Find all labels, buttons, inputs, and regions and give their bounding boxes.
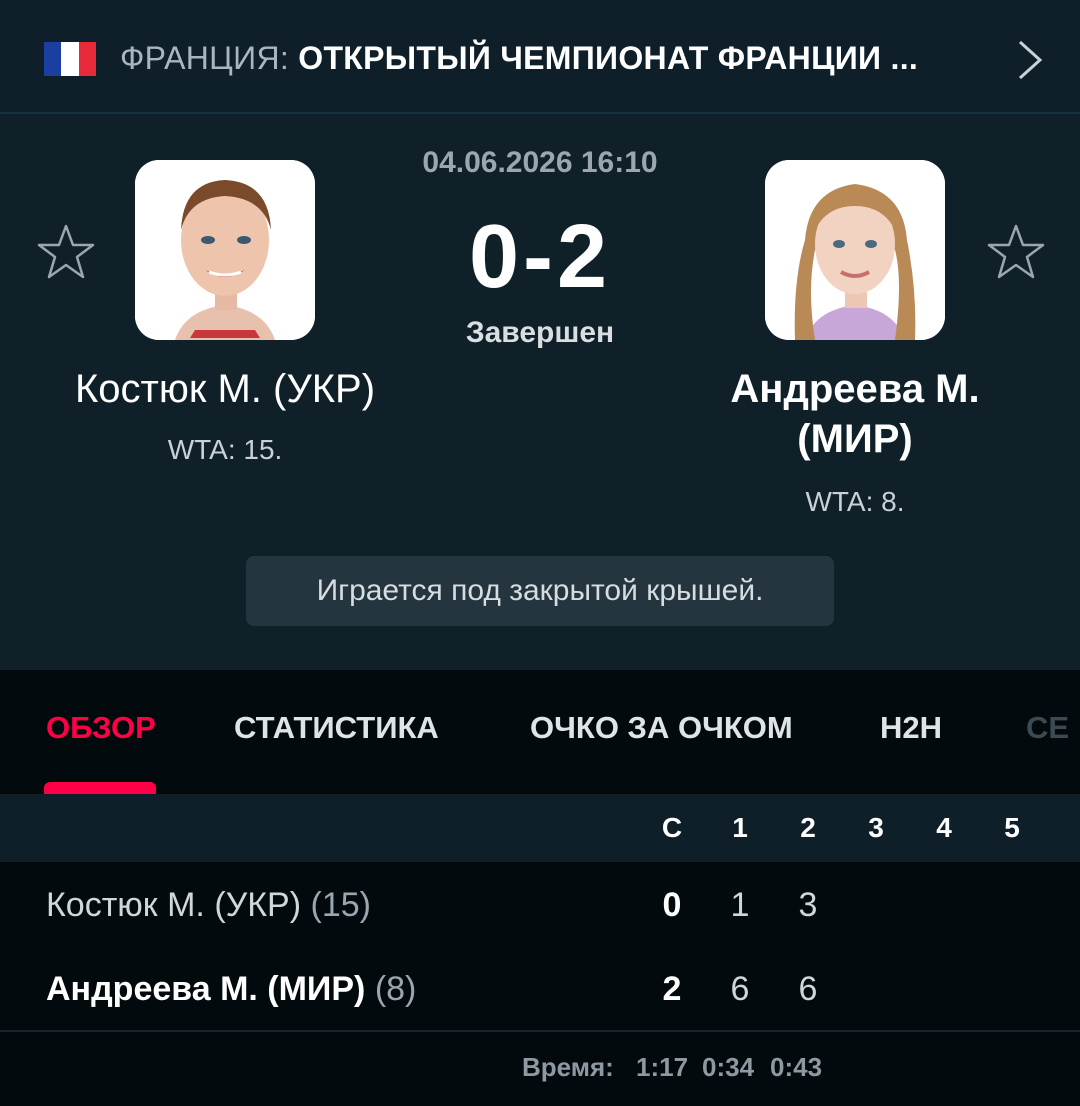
row-total-sets: 0 — [662, 886, 682, 924]
row-player-name-text: Костюк М. (УКР) — [46, 886, 302, 924]
tournament-header[interactable]: ФРАНЦИЯ: ОТКРЫТЫЙ ЧЕМПИОНАТ ФРАНЦИИ ... — [0, 0, 1080, 114]
match-info-note: Играется под закрытой крышей. — [246, 556, 834, 626]
row-set-2: 3 — [798, 886, 818, 924]
player2-name-line1: Андреева М. — [730, 367, 980, 411]
row-set-1: 6 — [730, 970, 750, 1008]
time-total: 1:17 — [636, 1052, 689, 1082]
star-icon[interactable] — [986, 222, 1046, 282]
scoreboard: Костюк М. (УКР) (15) 0 1 3 Андреева М. (… — [0, 862, 1080, 1106]
active-tab-indicator — [44, 782, 156, 794]
table-row[interactable]: Костюк М. (УКР) (15) 0 1 3 — [0, 862, 1080, 946]
chevron-right-icon[interactable] — [1010, 38, 1050, 82]
player2-name[interactable]: Андреева М. (МИР) — [650, 364, 1060, 464]
scoreboard-header: С 1 2 3 4 5 — [0, 794, 1080, 862]
player2-rank: WTA: 8. — [805, 486, 905, 517]
header-set-3: 3 — [868, 812, 884, 843]
time-label: Время: — [522, 1052, 614, 1082]
tab-overview[interactable]: ОБЗОР — [46, 710, 156, 746]
match-status: Завершен — [465, 316, 615, 349]
tournament-country: ФРАНЦИЯ: — [120, 40, 290, 76]
tab-h2h[interactable]: H2H — [880, 710, 942, 746]
tab-bar: ОБЗОР СТАТИСТИКА ОЧКО ЗА ОЧКОМ H2H СЕ — [0, 670, 1080, 794]
table-row[interactable]: Андреева М. (МИР) (8) 2 6 6 — [0, 946, 1080, 1030]
france-flag-icon — [44, 42, 96, 76]
header-set-4: 4 — [936, 812, 952, 843]
player-photo-kostyuk[interactable] — [135, 160, 315, 340]
time-set-1: 0:34 — [702, 1052, 755, 1082]
tournament-title: ФРАНЦИЯ: ОТКРЫТЫЙ ЧЕМПИОНАТ ФРАНЦИИ ... — [120, 40, 918, 77]
row-set-2: 6 — [798, 970, 818, 1008]
player1-name[interactable]: Костюк М. (УКР) — [20, 364, 430, 414]
player1-rank: WTA: 15. — [167, 434, 283, 465]
match-datetime: 04.06.2026 16:10 — [422, 146, 658, 179]
row-total-sets: 2 — [662, 970, 682, 1008]
row-set-1: 1 — [730, 886, 750, 924]
header-sets: С — [661, 812, 683, 843]
header-set-2: 2 — [800, 812, 816, 843]
match-header: 04.06.2026 16:10 0-2 Завершен Костюк М. … — [0, 116, 1080, 668]
row-player-name: Андреева М. (МИР) (8) — [46, 970, 416, 1009]
row-player-seed: (8) — [374, 970, 417, 1008]
row-player-seed: (15) — [310, 886, 371, 924]
tab-statistics[interactable]: СТАТИСТИКА — [234, 710, 439, 746]
tournament-name: ОТКРЫТЫЙ ЧЕМПИОНАТ ФРАНЦИИ ... — [298, 40, 919, 76]
player2-name-line2: (МИР) — [797, 417, 913, 461]
star-icon[interactable] — [36, 222, 96, 282]
match-score: 0-2 — [468, 207, 612, 307]
row-player-name-text: Андреева М. (МИР) — [46, 970, 366, 1008]
row-player-name: Костюк М. (УКР) (15) — [46, 886, 371, 925]
divider — [0, 1030, 1080, 1032]
tab-sets[interactable]: СЕ — [1026, 710, 1069, 746]
time-set-2: 0:43 — [770, 1052, 823, 1082]
header-set-1: 1 — [732, 812, 748, 843]
header-set-5: 5 — [1004, 812, 1020, 843]
player-photo-andreeva[interactable] — [765, 160, 945, 340]
tab-point-by-point[interactable]: ОЧКО ЗА ОЧКОМ — [530, 710, 793, 746]
